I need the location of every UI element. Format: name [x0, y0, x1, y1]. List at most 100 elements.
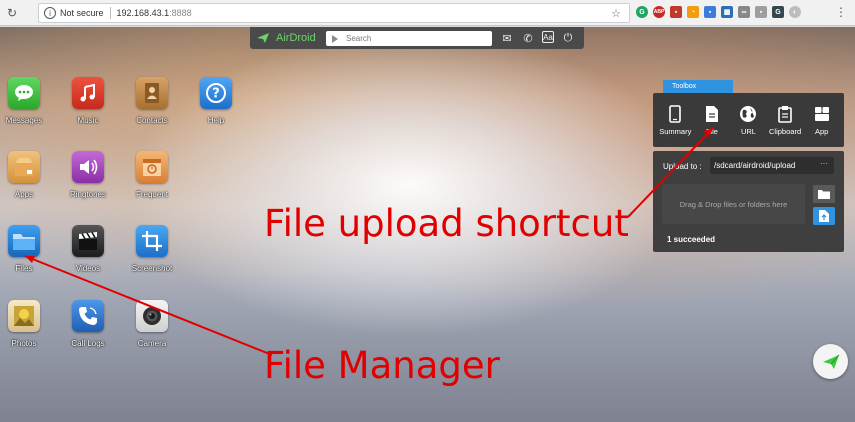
app-grid-icon — [813, 105, 831, 123]
music-icon — [72, 77, 104, 109]
grammarly-icon[interactable]: G — [636, 6, 648, 18]
app-screenshot[interactable]: Screenshot — [122, 225, 182, 273]
tool-summary[interactable]: Summary — [658, 104, 692, 136]
tool-label: Clipboard — [769, 126, 802, 136]
frequent-icon — [136, 151, 168, 183]
toolbox-tab[interactable]: Toolbox — [663, 80, 733, 93]
camera-icon — [136, 300, 168, 332]
app-label: Apps — [14, 190, 34, 199]
phone-icon — [666, 104, 684, 123]
tool-url[interactable]: URL — [731, 105, 765, 136]
app-label: Call Logs — [71, 339, 105, 348]
app-label: Frequent — [135, 190, 169, 199]
app-ringtones[interactable]: Ringtones — [58, 151, 118, 199]
mail-icon[interactable]: ✉ — [500, 31, 514, 45]
app-label: Videos — [75, 264, 101, 273]
app-call-logs[interactable]: Call Logs — [58, 300, 118, 348]
address-bar[interactable]: i Not secure 192.168.43.1:8888 ☆ — [38, 3, 630, 23]
more-options-icon[interactable]: ··· — [820, 159, 828, 168]
tool-label: Summary — [659, 126, 692, 136]
ringtones-icon — [72, 151, 104, 183]
app-files[interactable]: Files — [0, 225, 54, 273]
app-label: Screenshot — [131, 264, 173, 273]
phone-call-icon[interactable]: ✆ — [521, 31, 535, 45]
app-label: Ringtones — [69, 190, 107, 199]
tool-app[interactable]: App — [805, 105, 839, 136]
file-icon — [703, 105, 721, 123]
tool-label: URL — [740, 126, 756, 136]
upload-status: 1 succeeded — [667, 235, 716, 244]
airdroid-plane-icon — [822, 354, 839, 369]
adblock-icon[interactable]: ABP — [653, 6, 665, 18]
clipboard-icon — [776, 105, 794, 123]
file-upload-icon — [819, 210, 829, 222]
annotation-file-manager: File Manager — [264, 344, 500, 387]
rss-icon[interactable]: ◔ — [687, 6, 699, 18]
url-host: 192.168.43.1 — [116, 8, 170, 18]
upload-to-label: Upload to : — [663, 162, 702, 171]
top-bar-actions: ✉ ✆ Aa ⏻ — [500, 31, 575, 45]
app-music[interactable]: Music — [58, 77, 118, 125]
app-label: Contacts — [136, 116, 168, 125]
airdroid-fab-button[interactable] — [813, 344, 848, 379]
app-label: Music — [77, 116, 99, 125]
upload-folder-button[interactable] — [813, 185, 835, 203]
toolbox-panel: Summary File URL Clipboard App — [653, 93, 844, 147]
upload-path-text: /sdcard/airdroid/upload — [714, 161, 796, 170]
tool-clipboard[interactable]: Clipboard — [768, 105, 802, 136]
drop-zone[interactable]: Drag & Drop files or folders here — [662, 184, 805, 224]
extension-red-icon[interactable]: ▪ — [670, 6, 682, 18]
folder-icon — [8, 225, 40, 257]
app-frequent[interactable]: Frequent — [122, 151, 182, 199]
extension-disc-icon[interactable]: ◐ — [789, 6, 801, 18]
url-port: :8888 — [169, 8, 192, 18]
help-icon: ? — [200, 77, 232, 109]
apps-icon — [8, 151, 40, 183]
app-label: Help — [207, 116, 225, 125]
tool-label: File — [705, 126, 718, 136]
app-help[interactable]: ? Help — [186, 77, 246, 125]
svg-text:?: ? — [212, 87, 220, 102]
app-messages[interactable]: Messages — [0, 77, 54, 125]
tool-file[interactable]: File — [695, 105, 729, 136]
app-label: Messages — [5, 116, 43, 125]
bookmark-star-icon[interactable]: ☆ — [611, 7, 621, 20]
tool-label: App — [814, 126, 829, 136]
browser-toolbar: ↻ i Not secure 192.168.43.1:8888 ☆ G ABP… — [0, 0, 855, 26]
airdroid-plane-icon — [257, 33, 269, 43]
extension-calendar-icon[interactable]: ▦ — [721, 6, 733, 18]
security-label: Not secure — [60, 8, 104, 18]
folder-upload-icon — [818, 190, 830, 199]
contacts-icon — [136, 77, 168, 109]
extension-icons: G ABP ▪ ◔ ▪ ▦ ∞ ▪ G ◐ — [636, 6, 801, 18]
app-photos[interactable]: Photos — [0, 300, 54, 348]
reload-icon[interactable]: ↻ — [4, 5, 20, 21]
extension-blue-icon[interactable]: ▪ — [704, 6, 716, 18]
app-videos[interactable]: Videos — [58, 225, 118, 273]
upload-path-field[interactable]: /sdcard/airdroid/upload ··· — [710, 157, 834, 174]
browser-menu-icon[interactable]: ⋮ — [835, 5, 847, 19]
app-apps[interactable]: Apps — [0, 151, 54, 199]
globe-icon — [739, 105, 757, 123]
airdroid-top-bar: AirDroid Search ✉ ✆ Aa ⏻ — [250, 27, 584, 49]
search-placeholder: Search — [346, 34, 372, 43]
upload-file-button[interactable] — [813, 207, 835, 225]
annotation-upload-shortcut: File upload shortcut — [264, 202, 629, 245]
photos-icon — [8, 300, 40, 332]
info-icon[interactable]: i — [44, 7, 56, 19]
link-icon[interactable]: ∞ — [738, 6, 750, 18]
extension-gray-icon[interactable]: ▪ — [755, 6, 767, 18]
app-label: Files — [15, 264, 33, 273]
videos-icon — [72, 225, 104, 257]
power-icon[interactable]: ⏻ — [561, 31, 575, 45]
app-camera[interactable]: Camera — [122, 300, 182, 348]
call-logs-icon — [72, 300, 104, 332]
dropzone-text: Drag & Drop files or folders here — [679, 199, 788, 209]
app-contacts[interactable]: Contacts — [122, 77, 182, 125]
extension-g-icon[interactable]: G — [772, 6, 784, 18]
divider — [109, 7, 111, 19]
search-input[interactable]: Search — [326, 31, 492, 46]
language-icon[interactable]: Aa — [542, 31, 554, 43]
messages-icon — [8, 77, 40, 109]
app-label: Photos — [11, 339, 37, 348]
